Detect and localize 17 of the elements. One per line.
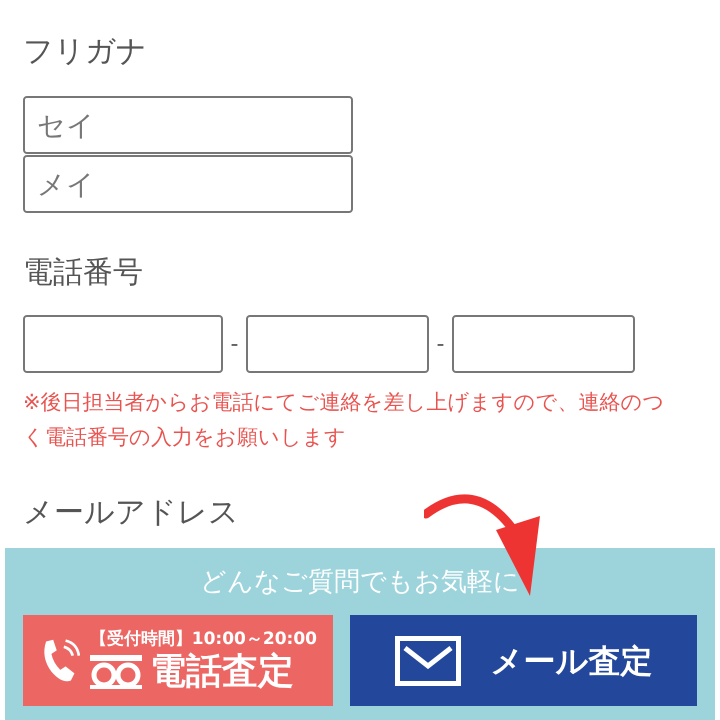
button-label: 電話査定 (150, 650, 294, 694)
field-label: メールアドレス (23, 494, 240, 532)
separator: - (436, 330, 446, 358)
separator: - (230, 330, 240, 358)
input-field[interactable] (246, 315, 429, 373)
mail-icon (394, 636, 460, 686)
field-label: フリガナ (23, 33, 148, 71)
note-text: ※後日担当者からお電話にてご連絡を差し上げますので、連絡のつく電話番号の入力をお願いします (23, 389, 666, 451)
input-field[interactable]: セイ (23, 96, 353, 154)
mail-button[interactable]: メール査定 (350, 615, 697, 706)
input-field[interactable] (452, 315, 635, 373)
input-field[interactable] (23, 315, 223, 373)
input-field[interactable]: メイ (23, 155, 353, 213)
banner-message: どんなご質問でもお気軽に (200, 566, 520, 599)
field-label: 電話番号 (23, 254, 144, 292)
hours-text: 【受付時間】10:00～20:00 (90, 628, 317, 650)
freedial-icon (90, 654, 142, 688)
